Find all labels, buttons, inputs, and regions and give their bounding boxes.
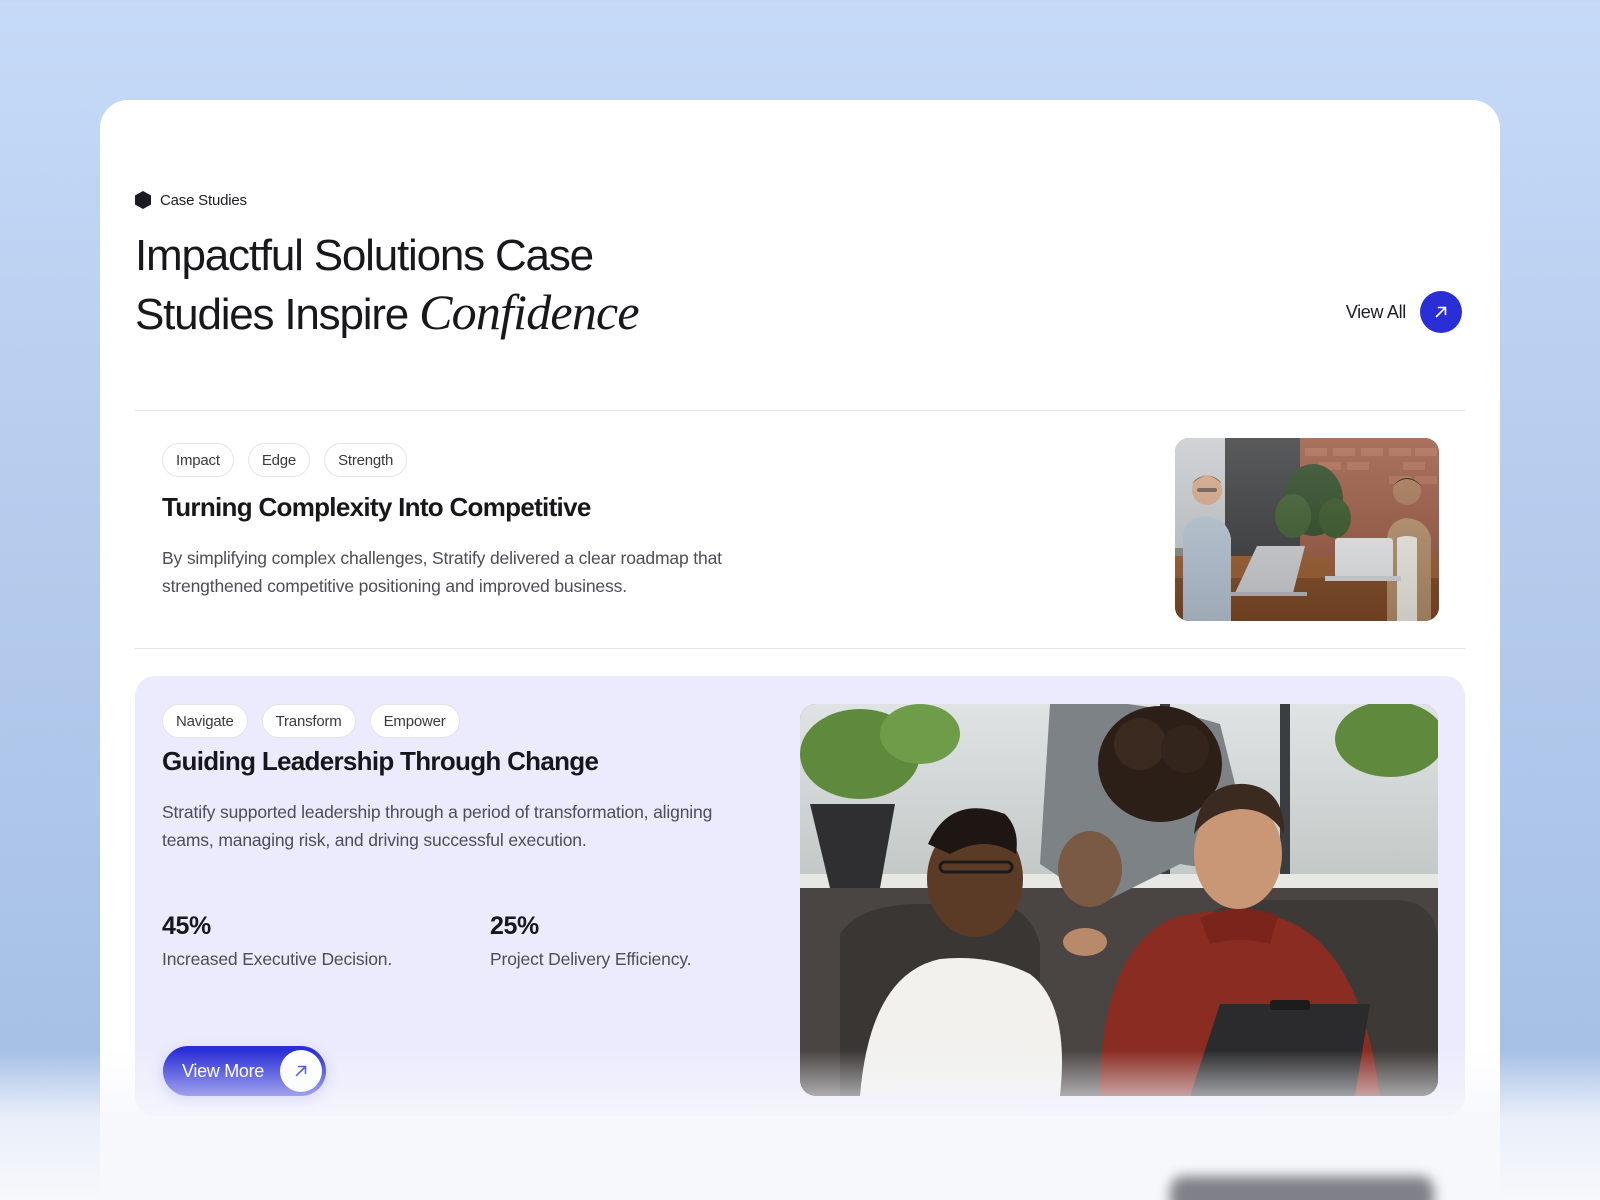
stat-2-label: Project Delivery Efficiency. — [490, 949, 692, 969]
stat-executive-decision: 45% Increased Executive Decision. — [162, 912, 392, 970]
case-2-tags: Navigate Transform Empower — [162, 704, 460, 738]
featured-case: Navigate Transform Empower Guiding Leade… — [135, 676, 1465, 1116]
stat-1-value: 45% — [162, 912, 211, 940]
view-more-label: View More — [182, 1060, 265, 1081]
case-1-photo[interactable] — [1175, 438, 1439, 621]
tag-impact[interactable]: Impact — [162, 443, 234, 477]
stat-1-label: Increased Executive Decision. — [162, 949, 393, 969]
headline-line-2-text: Studies Inspire — [135, 290, 409, 339]
eyebrow-label: Case Studies — [160, 191, 247, 209]
arrow-up-right-icon — [295, 1065, 307, 1077]
view-more-arrow — [280, 1050, 322, 1092]
tag-navigate[interactable]: Navigate — [162, 704, 248, 738]
tag-empower[interactable]: Empower — [369, 704, 460, 738]
tag-transform[interactable]: Transform — [261, 704, 356, 738]
case-2-photo[interactable] — [800, 704, 1438, 1096]
hexagon-icon — [135, 191, 151, 209]
divider-top — [135, 410, 1465, 411]
stat-2-value: 25% — [490, 912, 539, 940]
view-more-button[interactable]: View More — [163, 1046, 326, 1096]
arrow-up-right-icon — [1435, 306, 1447, 318]
case-1-description: By simplifying complex challenges, Strat… — [162, 548, 722, 596]
tag-strength[interactable]: Strength — [324, 443, 408, 477]
case-1-tags: Impact Edge Strength — [162, 443, 408, 477]
headline-line-2: Studies Inspire Confidence — [135, 284, 640, 343]
headline-italic: Confidence — [419, 284, 640, 340]
view-all-link[interactable]: View All — [1346, 291, 1462, 333]
view-all-label: View All — [1345, 301, 1407, 322]
case-1-title[interactable]: Turning Complexity Into Competitive — [162, 492, 591, 523]
divider-middle — [135, 648, 1465, 649]
next-case-photo-preview — [1170, 1176, 1434, 1200]
meeting-photo-image — [1175, 438, 1439, 621]
tag-edge[interactable]: Edge — [247, 443, 311, 477]
case-2-description: Stratify supported leadership through a … — [162, 802, 713, 850]
team-photo-image — [800, 704, 1438, 1096]
headline-line-1: Impactful Solutions Case — [135, 231, 594, 280]
case-studies-card: Case Studies Impactful Solutions Case St… — [100, 100, 1500, 1200]
case-2-title[interactable]: Guiding Leadership Through Change — [162, 746, 599, 777]
view-all-button[interactable] — [1420, 291, 1462, 333]
section-eyebrow: Case Studies — [135, 191, 247, 209]
stat-delivery-efficiency: 25% Project Delivery Efficiency. — [490, 912, 691, 970]
section-headline: Impactful Solutions Case Studies Inspire… — [135, 228, 640, 343]
